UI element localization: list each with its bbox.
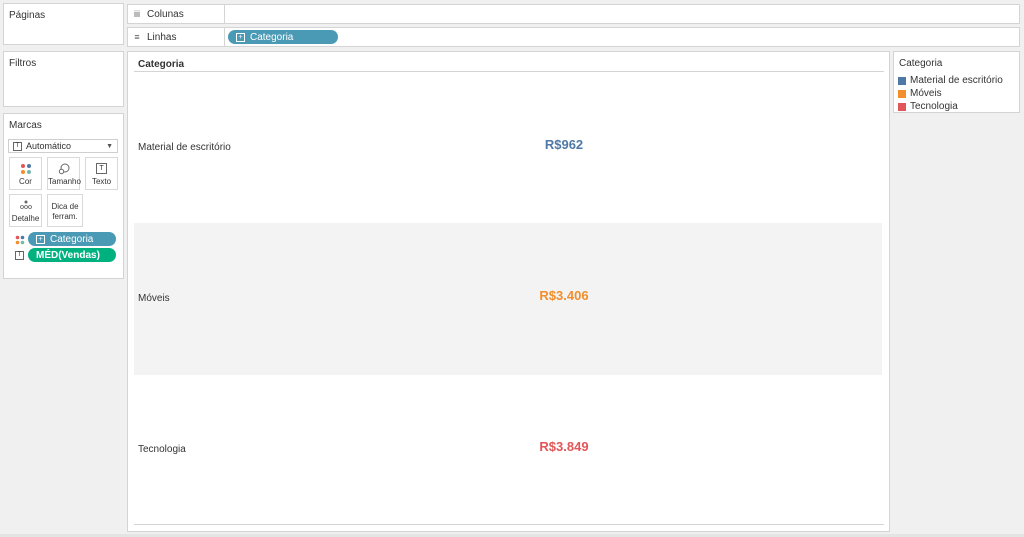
view-header[interactable]: Categoria <box>134 58 884 72</box>
legend-swatch <box>898 76 906 85</box>
row-category-label: Móveis <box>138 293 170 304</box>
legend-item[interactable]: Tecnologia <box>898 101 958 112</box>
columns-shelf[interactable]: iii Colunas <box>127 4 1020 24</box>
expand-icon: + <box>36 234 45 244</box>
rows-category-pill[interactable]: + Categoria <box>228 30 338 44</box>
color-icon <box>20 164 31 174</box>
category-color-pill[interactable]: + Categoria <box>28 232 116 246</box>
filters-panel[interactable]: Filtros <box>3 51 124 107</box>
columns-shelf-label: iii Colunas <box>128 5 225 23</box>
rows-shelf[interactable]: ≡ Linhas + Categoria <box>127 27 1020 47</box>
filters-panel-title: Filtros <box>9 58 37 69</box>
size-button-label: Tamanho <box>48 177 81 186</box>
table-row[interactable]: Material de escritório R$962 <box>134 72 882 224</box>
legend-item[interactable]: Móveis <box>898 88 942 99</box>
rows-shelf-label: ≡ Linhas <box>128 28 225 46</box>
view-bottom-divider <box>134 524 884 525</box>
text-button-label: Texto <box>91 177 112 186</box>
table-row[interactable]: Móveis R$3.406 <box>134 223 882 375</box>
expand-icon: + <box>236 32 245 42</box>
tooltip-button-label-line1: Dica de <box>51 202 79 211</box>
mark-type-value: Automático <box>26 141 72 151</box>
text-button[interactable]: T Texto <box>85 157 118 190</box>
color-button-label: Cor <box>19 177 32 186</box>
row-category-label: Material de escritório <box>138 142 231 153</box>
marks-panel: Marcas T Automático ▼ Cor Tamanho T Text… <box>3 113 124 279</box>
legend-item-label: Móveis <box>910 88 942 99</box>
rows-category-pill-label: Categoria <box>250 31 294 43</box>
marks-panel-title: Marcas <box>9 120 42 131</box>
text-mark-icon: T <box>13 141 22 151</box>
text-icon: T <box>15 251 24 260</box>
columns-label: Colunas <box>147 8 184 20</box>
size-button[interactable]: Tamanho <box>47 157 81 190</box>
legend-title: Categoria <box>899 58 943 69</box>
measure-text-pill-label: MÉD(Vendas) <box>36 249 100 261</box>
legend-item[interactable]: Material de escritório <box>898 75 1003 86</box>
measure-text-pill[interactable]: MÉD(Vendas) <box>28 248 116 262</box>
rows-icon: ≡ <box>134 32 140 42</box>
text-icon: T <box>96 163 107 174</box>
rows-label: Linhas <box>147 31 177 43</box>
category-color-pill-label: Categoria <box>50 233 94 245</box>
legend-swatch <box>898 89 906 98</box>
row-value[interactable]: R$3.406 <box>514 288 614 303</box>
table-row[interactable]: Tecnologia R$3.849 <box>134 374 882 526</box>
legend-item-label: Material de escritório <box>910 75 1003 86</box>
detail-button[interactable]: Detalhe <box>9 194 42 227</box>
row-value[interactable]: R$962 <box>514 137 614 152</box>
columns-icon: iii <box>134 9 140 19</box>
color-icon <box>15 235 25 248</box>
tooltip-button[interactable]: Dica de ferram. <box>47 194 83 227</box>
legend-item-label: Tecnologia <box>910 101 958 112</box>
view-header-label: Categoria <box>138 59 185 70</box>
mark-type-dropdown[interactable]: T Automático ▼ <box>8 139 118 153</box>
color-button[interactable]: Cor <box>9 157 42 190</box>
chevron-down-icon: ▼ <box>106 143 113 150</box>
detail-icon <box>19 200 32 209</box>
size-icon <box>58 163 69 175</box>
color-legend[interactable]: Categoria Material de escritório Móveis … <box>893 51 1020 113</box>
pages-panel[interactable]: Páginas <box>3 3 124 45</box>
row-category-label: Tecnologia <box>138 444 186 455</box>
row-value[interactable]: R$3.849 <box>514 439 614 454</box>
pages-panel-title: Páginas <box>9 10 46 21</box>
legend-swatch <box>898 102 906 111</box>
detail-button-label: Detalhe <box>11 214 40 223</box>
view-area: Categoria Material de escritório R$962 M… <box>127 51 890 532</box>
tooltip-button-label-line2: ferram. <box>52 212 78 221</box>
